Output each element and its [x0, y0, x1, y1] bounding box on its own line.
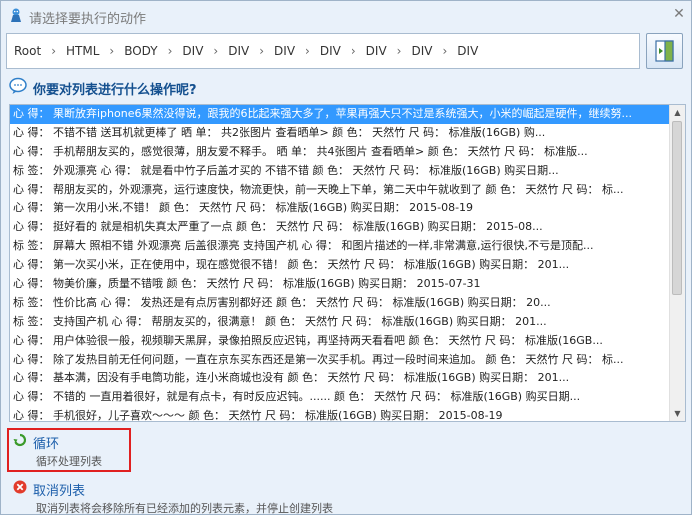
loop-arrow-icon [13, 433, 27, 447]
speech-bubble-icon [9, 77, 27, 95]
scroll-thumb[interactable] [672, 121, 682, 295]
cancel-list-description: 取消列表将会移除所有已经添加的列表元素，并停止创建列表 [36, 502, 333, 515]
breadcrumb-item[interactable]: DIV [182, 44, 203, 58]
list-item[interactable]: 心 得： 除了发热目前无任何问题，一直在京东买东西还是第一次买手机。再过一段时间… [10, 351, 670, 370]
list-item[interactable]: 心 得： 手机很好，儿子喜欢～～～ 颜 色： 天然竹 尺 码： 标准版(16GB… [10, 407, 670, 421]
breadcrumb-item[interactable]: DIV [274, 44, 295, 58]
list-item[interactable]: 心 得： 果断放弃iphone6果然没得说，跟我的6比起来强大多了，苹果再强大只… [10, 105, 670, 124]
list-item[interactable]: 心 得： 基本满，因没有手电筒功能，连小米商城也没有 颜 色： 天然竹 尺 码：… [10, 369, 670, 388]
list-item[interactable]: 心 得： 手机帮朋友买的，感觉很薄，朋友爱不释手。 晒 单： 共4张图片 查看晒… [10, 143, 670, 162]
loop-description: 循环处理列表 [36, 455, 102, 468]
question-text: 你要对列表进行什么操作呢? [33, 83, 197, 98]
breadcrumb-trail: Root › HTML › BODY › DIV › DIV › DIV › DIV › DIV › DIV › D… [14, 44, 478, 58]
list-item[interactable]: 心 得： 不错的 一直用着很好，就是有点卡，有时反应迟钝。...... 颜 色：… [10, 388, 670, 407]
app-icon [8, 7, 24, 23]
breadcrumb-item[interactable]: DIV [228, 44, 249, 58]
scroll-down-icon[interactable]: ▼ [670, 406, 685, 421]
loop-option[interactable]: 循环 循环处理列表 [7, 428, 329, 472]
list-item[interactable]: 心 得： 物美价廉，质量不错哦 颜 色： 天然竹 尺 码： 标准版(16GB) … [10, 275, 670, 294]
title-bar: 请选择要执行的动作 ✕ [1, 1, 692, 31]
breadcrumb-separator: › [305, 44, 310, 58]
list-item[interactable]: 心 得： 帮朋友买的，外观漂亮，运行速度快，物流更快，前一天晚上下单，第二天中午… [10, 181, 670, 200]
list-item[interactable]: 心 得： 不错不错 送耳机就更棒了 晒 单： 共2张图片 查看晒单> 颜 色： … [10, 124, 670, 143]
scroll-up-icon[interactable]: ▲ [670, 105, 685, 120]
breadcrumb-separator: › [51, 44, 56, 58]
breadcrumb-item[interactable]: DIV [411, 44, 432, 58]
list-item[interactable]: 心 得： 用户体验很一般，视频聊天黑屏，录像拍照反应迟钝，再坚持两天看看吧 颜 … [10, 332, 670, 351]
vertical-scrollbar[interactable]: ▲ ▼ [669, 105, 685, 421]
breadcrumb-separator: › [442, 44, 448, 58]
breadcrumb-separator: › [109, 44, 115, 58]
list-item[interactable]: 心 得： 第一次用小米,不错！ 颜 色： 天然竹 尺 码： 标准版(16GB) … [10, 199, 670, 218]
list-item[interactable]: 标 签： 支持国产机 心 得： 帮朋友买的，很满意！ 颜 色： 天然竹 尺 码：… [10, 313, 670, 332]
breadcrumb-item[interactable]: Root [14, 44, 41, 58]
breadcrumb-separator: › [167, 44, 173, 58]
list-item[interactable]: 标 签： 外观漂亮 心 得： 就是看中竹子后盖才买的 不错不错 颜 色： 天然竹… [10, 162, 670, 181]
close-button[interactable]: ✕ [672, 7, 686, 21]
loop-title[interactable]: 循环 [33, 433, 59, 452]
cancel-list-option[interactable]: 取消列表 取消列表将会移除所有已经添加的列表元素，并停止创建列表 [9, 476, 333, 518]
element-list[interactable]: 心 得： 果断放弃iphone6果然没得说，跟我的6比起来强大多了，苹果再强大只… [9, 104, 686, 422]
breadcrumb-separator: › [350, 44, 356, 58]
expand-panel-button[interactable] [646, 33, 683, 69]
breadcrumb-separator: › [396, 44, 402, 58]
breadcrumb-separator: › [213, 44, 219, 58]
cancel-list-title[interactable]: 取消列表 [33, 480, 85, 499]
action-dialog: 请选择要执行的动作 ✕ Root › HTML › BODY › DIV › DIV › DIV › D… [0, 0, 692, 515]
list-item[interactable]: 心 得： 挺好看的 就是相机失真太严重了一点 颜 色： 天然竹 尺 码： 标准版… [10, 218, 670, 237]
breadcrumb-item[interactable]: HTML [66, 44, 99, 58]
breadcrumb-item[interactable]: DIV [457, 44, 478, 58]
list-item[interactable]: 心 得： 第一次买小米，正在使用中，现在感觉很不错！ 颜 色： 天然竹 尺 码：… [10, 256, 670, 275]
breadcrumb: Root › HTML › BODY › DIV › DIV › DIV › DIV › DIV › DIV › D… [6, 33, 640, 69]
list-items: 心 得： 果断放弃iphone6果然没得说，跟我的6比起来强大多了，苹果再强大只… [10, 105, 670, 421]
list-item[interactable]: 标 签： 性价比高 心 得： 发热还是有点厉害别都好还 颜 色： 天然竹 尺 码… [10, 294, 670, 313]
breadcrumb-item[interactable]: DIV [320, 44, 341, 58]
window-title: 请选择要执行的动作 [29, 12, 147, 27]
panel-arrow-icon [655, 40, 674, 62]
list-item[interactable]: 标 签： 屏幕大 照相不错 外观漂亮 后盖很漂亮 支持国产机 心 得： 和图片描… [10, 237, 670, 256]
breadcrumb-item[interactable]: BODY [124, 44, 157, 58]
breadcrumb-item[interactable]: DIV [366, 44, 387, 58]
breadcrumb-separator: › [259, 44, 265, 58]
cancel-x-icon [13, 480, 27, 494]
